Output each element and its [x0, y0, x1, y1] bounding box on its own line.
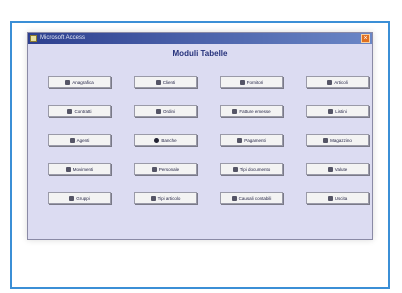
menu-button-17[interactable]: Gruppi [48, 192, 111, 204]
menu-button-label: Ordini [162, 108, 175, 114]
menu-button-label: Contratti [74, 108, 92, 114]
menu-button-18[interactable]: Tipi articolo [134, 192, 197, 204]
menu-button-2[interactable]: Clienti [134, 76, 197, 88]
menu-button-label: Anagrafica [72, 79, 94, 85]
form-heading: Moduli Tabelle [172, 49, 228, 58]
person-icon [69, 137, 75, 143]
circle-icon [154, 137, 160, 143]
menu-button-3[interactable]: Fornitori [220, 76, 283, 88]
form-icon [323, 137, 329, 143]
form-icon [232, 166, 238, 172]
menu-button-label: Magazzino [330, 137, 352, 143]
form-icon [237, 137, 243, 143]
database-icon [232, 108, 238, 114]
access-window: Microsoft Access × Moduli Tabelle Anagra… [27, 32, 373, 240]
search-icon [239, 79, 245, 85]
window-titlebar[interactable]: Microsoft Access × [28, 33, 372, 44]
close-button[interactable]: × [361, 34, 370, 43]
menu-button-label: Agenti [76, 137, 90, 143]
menu-button-12[interactable]: Magazzino [306, 134, 369, 146]
menu-button-1[interactable]: Anagrafica [48, 76, 111, 88]
menu-button-label: Articoli [334, 79, 348, 85]
app-icon [30, 35, 37, 42]
menu-button-label: Tipi articolo [157, 195, 181, 201]
door-icon [327, 195, 333, 201]
menu-button-label: Causali contabili [238, 195, 272, 201]
menu-button-label: Fornitori [246, 79, 264, 85]
menu-button-19[interactable]: Causali contabili [220, 192, 283, 204]
menu-button-6[interactable]: Ordini [134, 105, 197, 117]
menu-button-label: Uscita [334, 195, 348, 201]
form-icon [231, 195, 237, 201]
menu-button-16[interactable]: Valute [306, 163, 369, 175]
menu-button-14[interactable]: Personale [134, 163, 197, 175]
menu-button-11[interactable]: Pagamenti [220, 134, 283, 146]
form-icon [155, 79, 161, 85]
menu-button-label: Pagamenti [244, 137, 266, 143]
menu-button-label: Personale [158, 166, 180, 172]
menu-button-4[interactable]: Articoli [306, 76, 369, 88]
window-title: Microsoft Access [40, 35, 86, 41]
menu-button-label: Movimenti [72, 166, 94, 172]
form-icon [151, 166, 157, 172]
menu-button-label: Tipi documento [239, 166, 271, 172]
gear-icon [327, 166, 333, 172]
menu-button-5[interactable]: Contratti [48, 105, 111, 117]
menu-button-label: Fatture emesse [239, 108, 271, 114]
menu-button-15[interactable]: Tipi documento [220, 163, 283, 175]
menu-button-7[interactable]: Fatture emesse [220, 105, 283, 117]
menu-button-10[interactable]: Banche [134, 134, 197, 146]
menu-button-label: Clienti [162, 79, 176, 85]
phone-icon [67, 108, 73, 114]
menu-button-13[interactable]: Movimenti [48, 163, 111, 175]
menu-button-8[interactable]: Listini [306, 105, 369, 117]
menu-button-9[interactable]: Agenti [48, 134, 111, 146]
menu-button-20[interactable]: Uscita [306, 192, 369, 204]
menu-button-label: Banche [161, 137, 177, 143]
form-icon [328, 108, 334, 114]
group-icon [69, 195, 75, 201]
menu-button-label: Valute [334, 166, 348, 172]
form-icon [155, 108, 161, 114]
table-icon [65, 79, 71, 85]
button-grid: Anagrafica Clienti Fornitori Articoli Contra… [48, 76, 369, 226]
list-icon [150, 195, 156, 201]
report-icon [327, 79, 333, 85]
menu-button-label: Gruppi [76, 195, 90, 201]
menu-button-label: Listini [335, 108, 347, 114]
arrows-icon [65, 166, 71, 172]
